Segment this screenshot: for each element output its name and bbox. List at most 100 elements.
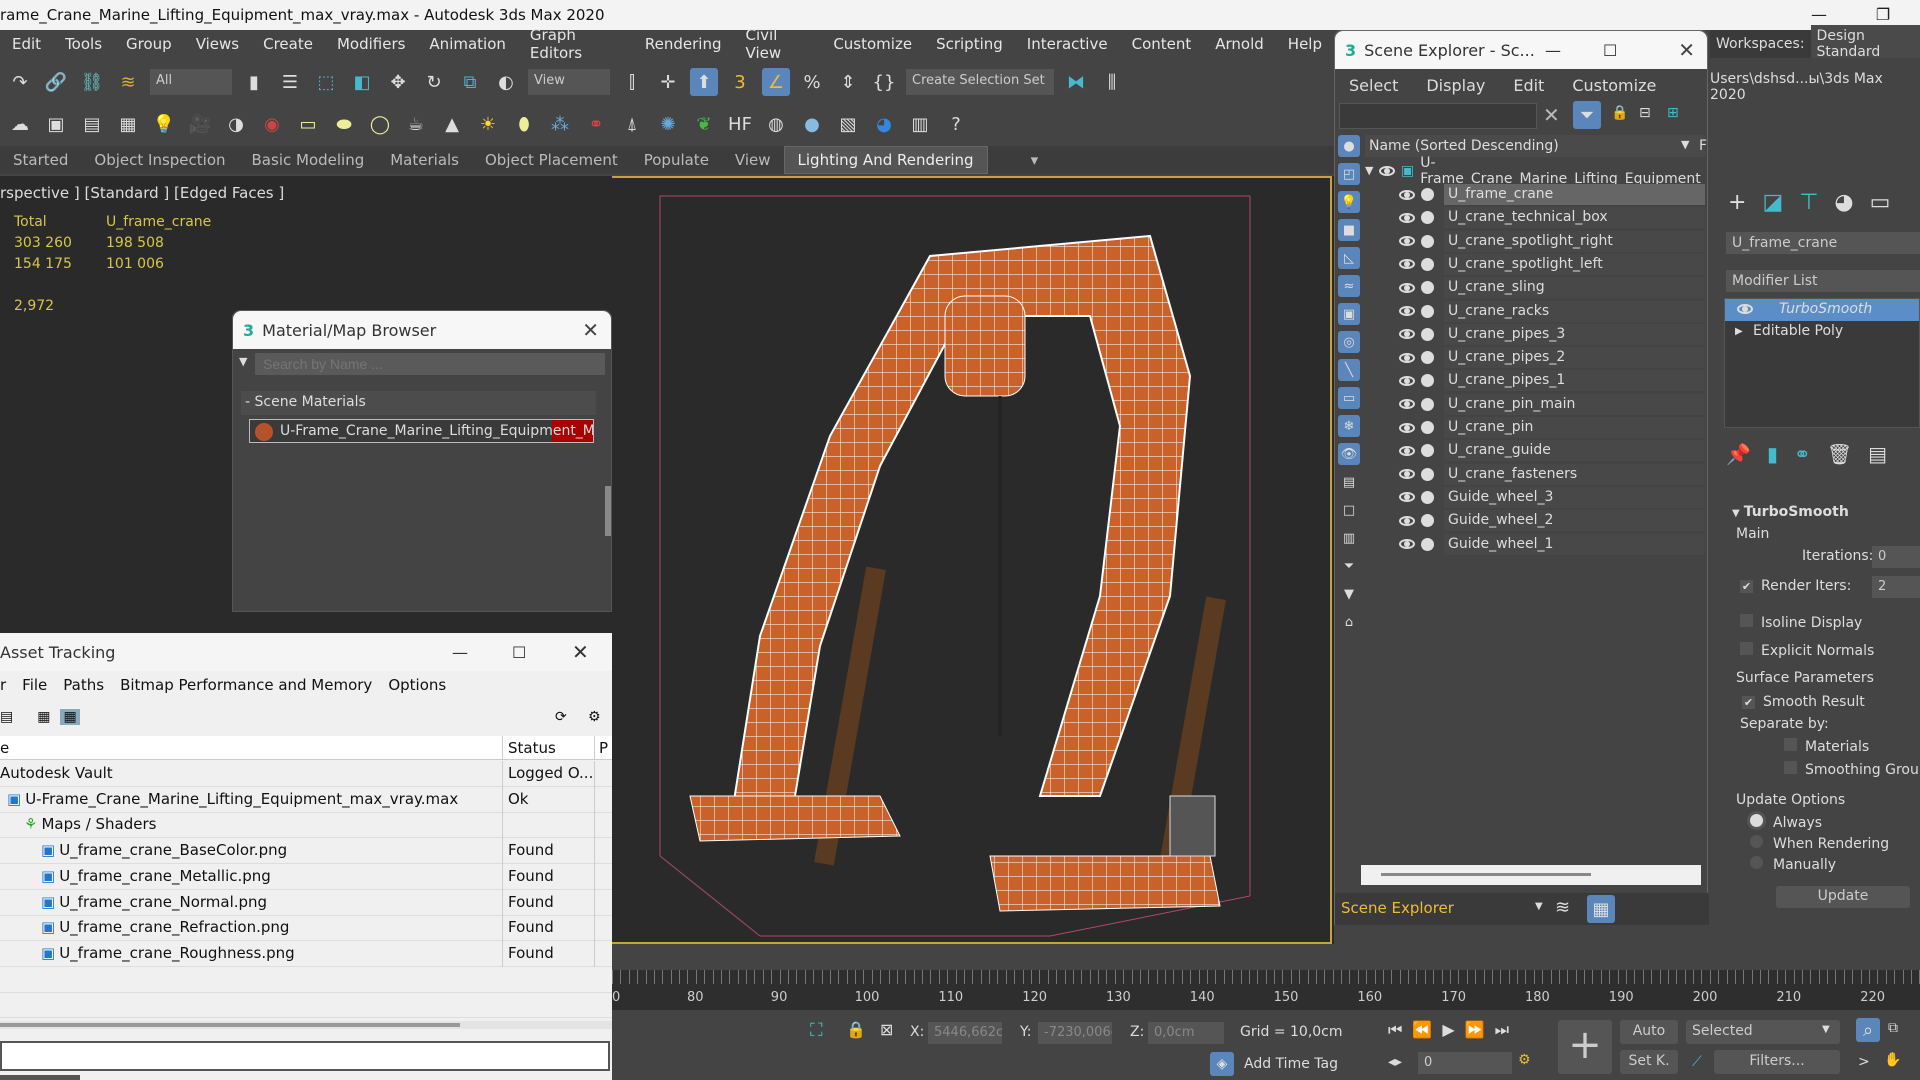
visibility-eye-icon[interactable] — [1399, 539, 1415, 549]
display-tab-icon[interactable]: ▭ — [1870, 190, 1891, 215]
hidden-filter-icon[interactable]: 👁 — [1338, 443, 1360, 465]
render-icon[interactable]: ◕ — [870, 110, 898, 138]
expand-arrow-icon[interactable]: ▼ — [1365, 164, 1373, 177]
freeze-toggle-icon[interactable] — [1421, 397, 1434, 411]
render-settings-icon[interactable]: ▦ — [114, 110, 142, 138]
column-p[interactable]: P — [594, 736, 612, 760]
minimize-button[interactable]: — — [452, 643, 468, 662]
visibility-eye-icon[interactable] — [1399, 282, 1415, 293]
filters-button[interactable]: Filters... — [1714, 1050, 1840, 1074]
dome-light-icon[interactable]: ⬬ — [330, 110, 358, 138]
help-icon[interactable]: ? — [942, 110, 970, 138]
update-button[interactable]: Update — [1776, 886, 1910, 908]
visibility-eye-icon[interactable] — [1399, 469, 1415, 480]
close-button[interactable]: ✕ — [1678, 38, 1695, 62]
zoom-icon[interactable]: ⌕ — [1856, 1018, 1880, 1042]
horizontal-scrollbar[interactable] — [1361, 865, 1701, 885]
freeze-toggle-icon[interactable] — [1421, 211, 1434, 225]
go-to-end-icon[interactable]: ⏭ — [1495, 1020, 1509, 1040]
geometry-filter-icon[interactable]: ● — [1338, 135, 1360, 157]
filter-funnel-icon[interactable]: ⏷ — [1338, 555, 1360, 577]
asset-row[interactable]: ▣ U_frame_crane_Refraction.png Found — [0, 915, 612, 942]
visibility-eye-icon[interactable] — [1399, 375, 1415, 386]
settings-icon[interactable]: ⚙ — [588, 709, 601, 725]
proxy-icon[interactable]: ⍋ — [618, 110, 646, 138]
current-frame-spinner[interactable]: 0 — [1418, 1052, 1512, 1074]
auto-key-button[interactable]: Auto — [1620, 1020, 1678, 1044]
maxscript-listener[interactable] — [0, 1075, 80, 1080]
physical-camera-icon[interactable]: ◑ — [222, 110, 250, 138]
folder-icon[interactable]: ⌂ — [1338, 611, 1360, 633]
menu-content[interactable]: Content — [1120, 35, 1204, 53]
add-time-tag-button[interactable]: Add Time Tag — [1244, 1056, 1338, 1072]
lock-icon[interactable]: 🔒 — [1611, 105, 1628, 121]
freeze-toggle-icon[interactable] — [1421, 257, 1434, 271]
menu-edit[interactable]: Edit — [0, 35, 53, 53]
menu-animation[interactable]: Animation — [417, 35, 517, 53]
scene-root-item[interactable]: ▼ ▣ U-Frame_Crane_Marine_Lifting_Equipme… — [1365, 155, 1705, 187]
freeze-toggle-icon[interactable] — [1421, 421, 1434, 434]
rect-selection-icon[interactable]: ⬚ — [312, 68, 340, 96]
column-status[interactable]: Status — [502, 736, 561, 760]
mirror-icon[interactable]: ⧓ — [1062, 68, 1090, 96]
hierarchy-tab-icon[interactable]: ⊤ — [1799, 190, 1818, 215]
scene-object-item[interactable]: U_crane_spotlight_left — [1399, 253, 1705, 276]
plane-light-icon[interactable]: ▭ — [294, 110, 322, 138]
ribbon-tab-populate[interactable]: Populate — [631, 147, 722, 173]
render-production-icon[interactable]: ▥ — [906, 110, 934, 138]
filter-icon[interactable]: ⏷ — [1573, 101, 1601, 129]
scene-menu-edit[interactable]: Edit — [1499, 76, 1558, 95]
visibility-eye-icon[interactable] — [1399, 329, 1415, 340]
grass-icon[interactable]: ❦ — [690, 110, 718, 138]
layer-hierarchy-icon[interactable]: ⊞ — [1667, 105, 1679, 121]
scene-object-item[interactable]: U_crane_racks — [1399, 300, 1705, 323]
hierarchy-view-icon[interactable]: ▦ — [1587, 895, 1615, 923]
scene-object-item[interactable]: U_crane_fasteners — [1399, 463, 1705, 486]
explicit-normals-checkbox[interactable]: Explicit Normals — [1740, 642, 1874, 659]
hierarchy-icon[interactable]: ⊟ — [1639, 105, 1651, 121]
place-icon[interactable]: ◐ — [492, 68, 520, 96]
reference-coordinate-dropdown[interactable]: View — [528, 69, 610, 95]
snaps-toggle-icon[interactable]: 3 — [726, 68, 754, 96]
isoline-display-checkbox[interactable]: Isoline Display — [1740, 614, 1862, 631]
bones-filter-icon[interactable]: ╲ — [1338, 359, 1360, 381]
freeze-toggle-icon[interactable] — [1421, 234, 1434, 248]
scene-search-input[interactable] — [1339, 103, 1537, 129]
scene-object-item[interactable]: U_crane_pipes_2 — [1399, 346, 1705, 369]
angle-snap-icon[interactable]: ∠ — [762, 68, 790, 96]
material-browser-titlebar[interactable]: 3 Material/Map Browser ✕ — [233, 311, 611, 349]
menu-modifiers[interactable]: Modifiers — [325, 35, 417, 53]
ribbon-options-icon[interactable]: ▾ — [1018, 147, 1052, 173]
render-camera-icon[interactable]: ◉ — [258, 110, 286, 138]
freeze-toggle-icon[interactable] — [1421, 374, 1434, 388]
motion-tab-icon[interactable]: ◕ — [1834, 190, 1853, 215]
cone-icon[interactable]: ▲ — [438, 110, 466, 138]
visibility-eye-icon[interactable] — [1399, 422, 1415, 433]
stack-item-editable-poly[interactable]: ▶ Editable Poly — [1725, 321, 1919, 343]
key-filter-dropdown[interactable]: Selected — [1686, 1020, 1840, 1044]
scene-object-item[interactable]: U_crane_pin — [1399, 416, 1705, 439]
helpers-filter-icon[interactable]: ◺ — [1338, 247, 1360, 269]
redo-icon[interactable]: ↷ — [6, 68, 34, 96]
ribbon-tab-view[interactable]: View — [722, 147, 784, 173]
visibility-eye-icon[interactable] — [1399, 515, 1415, 526]
turbosmooth-rollout[interactable]: ▼ TurboSmooth — [1732, 504, 1849, 520]
freeze-toggle-icon[interactable] — [1421, 304, 1434, 318]
sort-arrow-icon[interactable]: ▼ — [1681, 138, 1689, 151]
selection-filter-dropdown[interactable]: All — [150, 69, 232, 95]
visibility-eye-icon[interactable] — [1379, 165, 1396, 176]
make-unique-icon[interactable]: ⚭ — [1794, 442, 1811, 466]
ribbon-tab-started[interactable]: Started — [0, 147, 81, 173]
displacement-icon[interactable]: ⁂ — [546, 110, 574, 138]
asset-menu-item[interactable]: Options — [380, 676, 454, 694]
scene-menu-display[interactable]: Display — [1412, 76, 1499, 95]
filter-funnel-2-icon[interactable]: ▼ — [1338, 583, 1360, 605]
named-selection-set-dropdown[interactable]: Create Selection Set — [906, 69, 1054, 95]
menu-arnold[interactable]: Arnold — [1203, 35, 1276, 53]
modify-tab-icon[interactable]: ◪ — [1762, 190, 1783, 215]
ies-light-icon[interactable]: ⬮ — [510, 110, 538, 138]
visibility-eye-icon[interactable] — [1399, 236, 1415, 247]
time-tag-icon[interactable]: ◈ — [1210, 1052, 1234, 1076]
menu-rendering[interactable]: Rendering — [633, 35, 734, 53]
molecule-icon[interactable]: ⚭ — [582, 110, 610, 138]
